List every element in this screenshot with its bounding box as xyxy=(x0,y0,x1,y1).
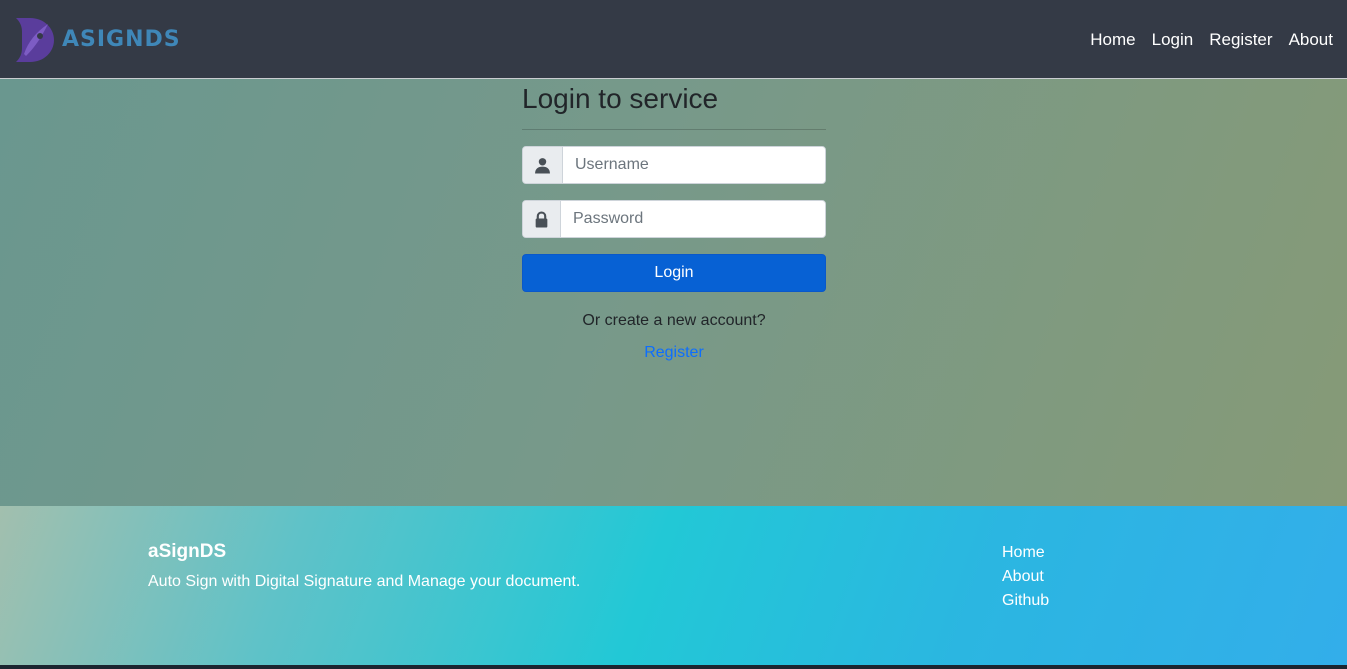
footer-link-home[interactable]: Home xyxy=(1002,541,1049,565)
nav-link-register[interactable]: Register xyxy=(1209,30,1272,50)
brand[interactable]: ASIGNDS xyxy=(10,14,181,64)
nav-menu: Home Login Register About xyxy=(1074,30,1333,50)
quill-logo-icon xyxy=(16,18,54,62)
title-divider xyxy=(522,129,826,130)
register-link[interactable]: Register xyxy=(522,344,826,362)
footer-description: Auto Sign with Digital Signature and Man… xyxy=(148,573,581,590)
footer: aSignDS Auto Sign with Digital Signature… xyxy=(0,506,1347,669)
top-navbar: ASIGNDS Home Login Register About xyxy=(0,0,1347,79)
lock-icon xyxy=(535,211,548,227)
footer-brand: aSignDS xyxy=(148,541,227,562)
user-icon xyxy=(535,157,550,173)
password-input[interactable] xyxy=(561,201,825,237)
main-content: Login to service Login Or create a new a… xyxy=(0,79,1347,506)
create-account-prompt: Or create a new account? xyxy=(582,312,766,329)
nav-link-login[interactable]: Login xyxy=(1152,30,1194,50)
username-addon xyxy=(523,147,563,183)
footer-link-about[interactable]: About xyxy=(1002,565,1049,589)
username-input-group xyxy=(522,146,826,184)
login-button[interactable]: Login xyxy=(522,254,826,292)
password-addon xyxy=(523,201,561,237)
nav-link-about[interactable]: About xyxy=(1289,30,1333,50)
brand-name: ASIGNDS xyxy=(62,26,181,52)
page-title: Login to service xyxy=(522,83,719,114)
password-input-group xyxy=(522,200,826,238)
nav-link-home[interactable]: Home xyxy=(1090,30,1135,50)
footer-links: Home About Github xyxy=(1002,541,1049,613)
footer-link-github[interactable]: Github xyxy=(1002,589,1049,613)
username-input[interactable] xyxy=(563,147,825,183)
